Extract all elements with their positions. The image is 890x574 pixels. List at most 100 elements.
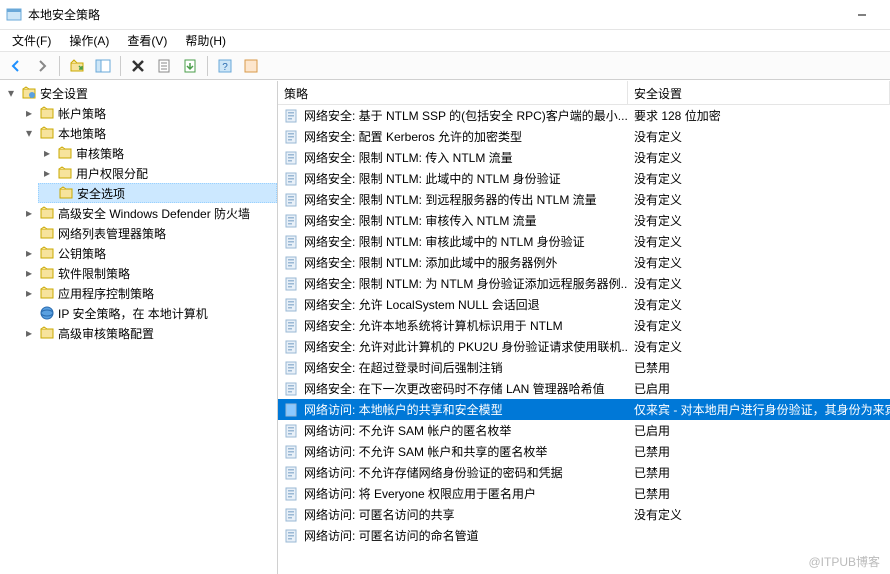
export-button[interactable]	[178, 54, 202, 78]
policy-row[interactable]: 网络安全: 限制 NTLM: 此域中的 NTLM 身份验证没有定义	[278, 168, 890, 189]
policy-row[interactable]: 网络安全: 配置 Kerberos 允许的加密类型没有定义	[278, 126, 890, 147]
tree-label: 公钥策略	[58, 245, 106, 262]
forward-button[interactable]	[30, 54, 54, 78]
policy-row[interactable]: 网络访问: 将 Everyone 权限应用于匿名用户已禁用	[278, 483, 890, 504]
menu-action[interactable]: 操作(A)	[61, 30, 117, 51]
policy-row[interactable]: 网络访问: 不允许 SAM 帐户的匿名枚举已启用	[278, 420, 890, 441]
folder-icon	[58, 185, 74, 201]
policy-name-cell: 网络安全: 限制 NTLM: 此域中的 NTLM 身份验证	[278, 170, 628, 187]
back-button[interactable]	[4, 54, 28, 78]
tree-label: 网络列表管理器策略	[58, 225, 166, 242]
policy-setting-cell: 没有定义	[628, 254, 890, 271]
policy-setting-cell: 没有定义	[628, 233, 890, 250]
delete-button[interactable]	[126, 54, 150, 78]
tree-defender-firewall[interactable]: ▸ 高级安全 Windows Defender 防火墙	[20, 203, 277, 223]
policy-name-cell: 网络安全: 配置 Kerberos 允许的加密类型	[278, 128, 628, 145]
expand-icon[interactable]: ▸	[40, 146, 54, 160]
policy-icon	[284, 255, 300, 271]
menu-help[interactable]: 帮助(H)	[177, 30, 234, 51]
policy-row[interactable]: 网络安全: 允许 LocalSystem NULL 会话回退没有定义	[278, 294, 890, 315]
column-policy[interactable]: 策略	[278, 81, 628, 104]
policy-setting-cell: 没有定义	[628, 338, 890, 355]
policy-setting-cell: 没有定义	[628, 149, 890, 166]
policy-name-cell: 网络安全: 限制 NTLM: 审核传入 NTLM 流量	[278, 212, 628, 229]
policy-row[interactable]: 网络访问: 本地帐户的共享和安全模型仅来宾 - 对本地用户进行身份验证，其身份为…	[278, 399, 890, 420]
policy-setting-cell: 没有定义	[628, 317, 890, 334]
tree-label: IP 安全策略，在 本地计算机	[58, 305, 208, 322]
policy-name-cell: 网络安全: 限制 NTLM: 到远程服务器的传出 NTLM 流量	[278, 191, 628, 208]
tree-software-restriction[interactable]: ▸软件限制策略	[20, 263, 277, 283]
toolbar-separator	[120, 56, 121, 76]
policy-setting-cell: 没有定义	[628, 191, 890, 208]
tree-ip-security[interactable]: ▸IP 安全策略，在 本地计算机	[20, 303, 277, 323]
menu-file[interactable]: 文件(F)	[4, 30, 59, 51]
tree-label: 用户权限分配	[76, 165, 148, 182]
policy-row[interactable]: 网络安全: 限制 NTLM: 到远程服务器的传出 NTLM 流量没有定义	[278, 189, 890, 210]
list-pane[interactable]: 策略 安全设置 网络安全: 基于 NTLM SSP 的(包括安全 RPC)客户端…	[278, 81, 890, 574]
policy-name-cell: 网络访问: 不允许 SAM 帐户的匿名枚举	[278, 422, 628, 439]
policy-icon	[284, 465, 300, 481]
policy-setting-cell: 已禁用	[628, 464, 890, 481]
properties-button[interactable]	[152, 54, 176, 78]
tree-label: 应用程序控制策略	[58, 285, 154, 302]
policy-row[interactable]: 网络访问: 可匿名访问的共享没有定义	[278, 504, 890, 525]
tree-security-options[interactable]: ▸安全选项	[38, 183, 277, 203]
tree-advanced-audit[interactable]: ▸高级审核策略配置	[20, 323, 277, 343]
policy-name-cell: 网络安全: 在下一次更改密码时不存储 LAN 管理器哈希值	[278, 380, 628, 397]
expand-icon[interactable]: ▸	[40, 166, 54, 180]
policy-row[interactable]: 网络安全: 限制 NTLM: 审核此域中的 NTLM 身份验证没有定义	[278, 231, 890, 252]
policy-name-cell: 网络安全: 限制 NTLM: 添加此域中的服务器例外	[278, 254, 628, 271]
policy-setting-cell: 没有定义	[628, 506, 890, 523]
policy-name-cell: 网络访问: 可匿名访问的共享	[278, 506, 628, 523]
expand-icon[interactable]: ▸	[22, 326, 36, 340]
column-setting[interactable]: 安全设置	[628, 81, 890, 104]
tree-label: 高级安全 Windows Defender 防火墙	[58, 205, 250, 222]
tree-pane[interactable]: ▾ 安全设置 ▸ 帐户策略	[0, 81, 278, 574]
tree-network-list[interactable]: ▸网络列表管理器策略	[20, 223, 277, 243]
collapse-icon[interactable]: ▾	[4, 86, 18, 100]
policy-row[interactable]: 网络安全: 限制 NTLM: 添加此域中的服务器例外没有定义	[278, 252, 890, 273]
policy-setting-cell: 没有定义	[628, 170, 890, 187]
expand-icon[interactable]: ▸	[22, 286, 36, 300]
policy-row[interactable]: 网络安全: 限制 NTLM: 传入 NTLM 流量没有定义	[278, 147, 890, 168]
folder-icon	[57, 145, 73, 161]
tree-local-policies[interactable]: ▾ 本地策略	[20, 123, 277, 143]
tree-root[interactable]: ▾ 安全设置	[2, 83, 277, 103]
policy-row[interactable]: 网络访问: 可匿名访问的命名管道	[278, 525, 890, 546]
policy-icon	[284, 171, 300, 187]
policy-row[interactable]: 网络安全: 基于 NTLM SSP 的(包括安全 RPC)客户端的最小...要求…	[278, 105, 890, 126]
minimize-button[interactable]	[839, 0, 884, 29]
policy-setting-cell: 已禁用	[628, 485, 890, 502]
title-bar: 本地安全策略	[0, 0, 890, 30]
tree-user-rights[interactable]: ▸ 用户权限分配	[38, 163, 277, 183]
help-button[interactable]: ?	[213, 54, 237, 78]
expand-icon[interactable]: ▸	[22, 266, 36, 280]
policy-row[interactable]: 网络安全: 允许本地系统将计算机标识用于 NTLM没有定义	[278, 315, 890, 336]
policy-row[interactable]: 网络安全: 在超过登录时间后强制注销已禁用	[278, 357, 890, 378]
policy-icon	[284, 402, 300, 418]
expand-icon[interactable]: ▸	[22, 206, 36, 220]
policy-row[interactable]: 网络访问: 不允许存储网络身份验证的密码和凭据已禁用	[278, 462, 890, 483]
window-title: 本地安全策略	[28, 6, 839, 23]
policy-row[interactable]: 网络安全: 限制 NTLM: 审核传入 NTLM 流量没有定义	[278, 210, 890, 231]
policy-row[interactable]: 网络安全: 在下一次更改密码时不存储 LAN 管理器哈希值已启用	[278, 378, 890, 399]
tree-app-control[interactable]: ▸ 应用程序控制策略	[20, 283, 277, 303]
show-hide-tree-button[interactable]	[91, 54, 115, 78]
tree-public-key[interactable]: ▸ 公钥策略	[20, 243, 277, 263]
tree-label: 审核策略	[76, 145, 124, 162]
up-button[interactable]	[65, 54, 89, 78]
expand-icon[interactable]: ▸	[22, 106, 36, 120]
expand-icon[interactable]: ▸	[22, 246, 36, 260]
tree-audit-policy[interactable]: ▸ 审核策略	[38, 143, 277, 163]
policy-icon	[284, 297, 300, 313]
tree-account-policies[interactable]: ▸ 帐户策略	[20, 103, 277, 123]
policy-icon	[284, 486, 300, 502]
policy-row[interactable]: 网络安全: 允许对此计算机的 PKU2U 身份验证请求使用联机...没有定义	[278, 336, 890, 357]
collapse-icon[interactable]: ▾	[22, 126, 36, 140]
policy-setting-cell: 没有定义	[628, 296, 890, 313]
refresh-button[interactable]	[239, 54, 263, 78]
policy-row[interactable]: 网络安全: 限制 NTLM: 为 NTLM 身份验证添加远程服务器例...没有定…	[278, 273, 890, 294]
policy-row[interactable]: 网络访问: 不允许 SAM 帐户和共享的匿名枚举已禁用	[278, 441, 890, 462]
menu-view[interactable]: 查看(V)	[119, 30, 175, 51]
menu-bar: 文件(F) 操作(A) 查看(V) 帮助(H)	[0, 30, 890, 52]
